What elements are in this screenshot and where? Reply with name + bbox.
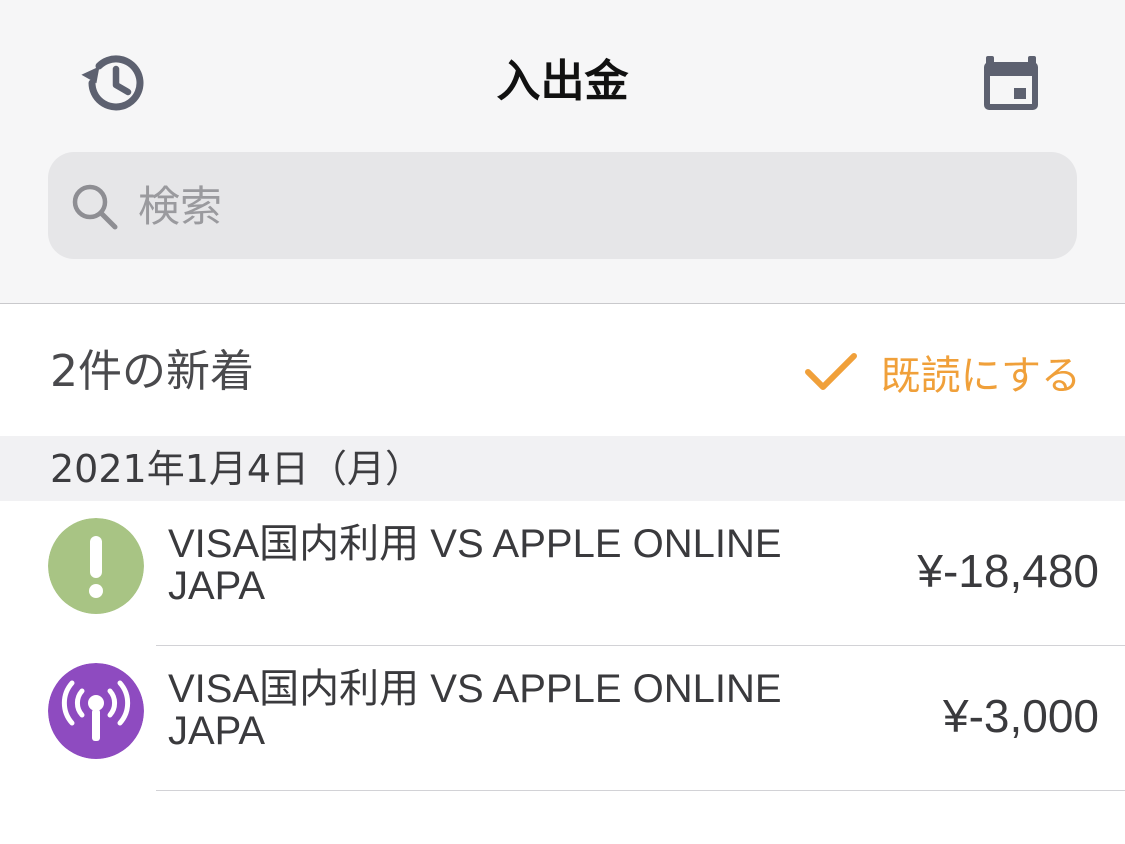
calendar-button[interactable]: [980, 52, 1042, 114]
broadcast-icon: [48, 663, 144, 759]
search-icon: [72, 184, 118, 230]
search-input[interactable]: [136, 172, 1040, 240]
section-date: 2021年1月4日（月）: [50, 447, 424, 491]
calendar-icon: [984, 56, 1038, 110]
transaction-amount: ¥-3,000: [942, 690, 1099, 742]
page-title: 入出金: [496, 56, 629, 107]
transaction-row[interactable]: VISA国内利用 VS APPLE ONLINE JAPA ¥-3,000: [0, 646, 1125, 791]
mark-as-read-label: 既読にする: [880, 353, 1081, 399]
new-count-label: 2件の新着: [50, 346, 254, 397]
exclamation-icon: [48, 518, 144, 614]
search-bar[interactable]: [48, 152, 1077, 259]
transaction-description: VISA国内利用 VS APPLE ONLINE JAPA: [168, 667, 782, 753]
transaction-description: VISA国内利用 VS APPLE ONLINE JAPA: [168, 522, 782, 608]
date-section-header: 2021年1月4日（月）: [0, 436, 1125, 501]
transaction-amount: ¥-18,480: [917, 545, 1099, 597]
mark-as-read-button[interactable]: 既読にする: [803, 340, 1081, 404]
row-divider: [156, 790, 1125, 791]
navigation-header: 入出金: [0, 0, 1125, 304]
checkmark-icon: [804, 353, 857, 390]
new-items-bar: 2件の新着 既読にする: [0, 304, 1125, 436]
transaction-row[interactable]: VISA国内利用 VS APPLE ONLINE JAPA ¥-18,480: [0, 501, 1125, 646]
